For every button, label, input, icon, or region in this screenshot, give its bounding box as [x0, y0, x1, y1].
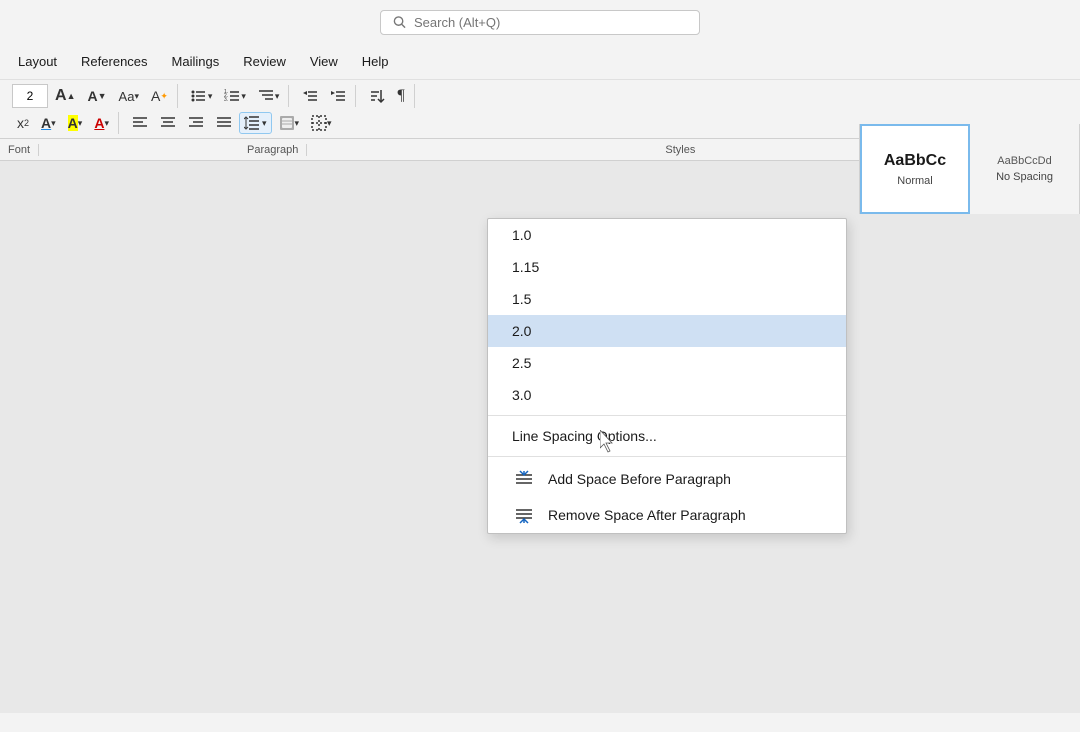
no-spacing-style-button[interactable]: AaBbCcDd No Spacing	[970, 124, 1080, 214]
decrease-indent-icon	[302, 88, 318, 104]
spacing-1-0-value: 1.0	[512, 227, 531, 243]
remove-space-after-label: Remove Space After Paragraph	[548, 507, 746, 523]
clear-formatting-button[interactable]: A ✦	[146, 85, 173, 107]
styles-area: AaBbCc Normal AaBbCcDd No Spacing	[859, 124, 1080, 214]
indent-group	[293, 85, 356, 107]
line-spacing-button[interactable]: ▾	[239, 112, 272, 134]
menu-help[interactable]: Help	[352, 50, 399, 73]
svg-text:3.: 3.	[224, 97, 228, 103]
show-formatting-button[interactable]: ¶	[392, 84, 409, 108]
text-color-button[interactable]: A ▾	[89, 112, 114, 134]
font-section-label: Font	[8, 144, 39, 156]
remove-space-after-item[interactable]: Remove Space After Paragraph	[488, 497, 846, 533]
styles-section-label: Styles	[657, 144, 703, 156]
font-size-group: A ▲ A ▼ Aa ▾ A ✦	[8, 84, 178, 108]
dropdown-divider	[488, 415, 846, 416]
search-icon	[393, 15, 406, 29]
increase-indent-icon	[330, 88, 346, 104]
justify-button[interactable]	[211, 112, 237, 134]
spacing-1-5-value: 1.5	[512, 291, 531, 307]
list-group: ▾ 1. 2. 3. ▾ ▾	[182, 85, 290, 107]
title-bar	[0, 0, 1080, 44]
normal-style-preview: AaBbCc	[884, 151, 946, 170]
spacing-1-15-item[interactable]: 1.15	[488, 251, 846, 283]
decrease-indent-button[interactable]	[297, 85, 323, 107]
remove-space-after-icon	[512, 505, 536, 525]
superscript-button[interactable]: x 2	[12, 112, 34, 134]
normal-style-button[interactable]: AaBbCc Normal	[860, 124, 970, 214]
increase-indent-button[interactable]	[325, 85, 351, 107]
menu-layout[interactable]: Layout	[8, 50, 67, 73]
spacing-3-0-item[interactable]: 3.0	[488, 379, 846, 411]
align-center-button[interactable]	[155, 112, 181, 134]
menu-view[interactable]: View	[300, 50, 348, 73]
menu-review[interactable]: Review	[233, 50, 296, 73]
menu-references[interactable]: References	[71, 50, 157, 73]
search-box[interactable]	[380, 10, 700, 35]
grow-font-button[interactable]: A ▲	[50, 84, 80, 108]
change-case-button[interactable]: Aa ▾	[114, 86, 144, 107]
normal-style-label: Normal	[897, 175, 932, 187]
alignment-group: ▾ ▾ ▾	[123, 112, 341, 134]
spacing-1-0-item[interactable]: 1.0	[488, 219, 846, 251]
sort-icon	[369, 88, 385, 104]
multilevel-icon	[258, 88, 274, 104]
line-spacing-options-label: Line Spacing Options...	[512, 428, 657, 444]
align-left-button[interactable]	[127, 112, 153, 134]
spacing-2-0-item[interactable]: 2.0	[488, 315, 846, 347]
highlight-button[interactable]: A ▾	[63, 112, 88, 134]
bullets-icon	[191, 88, 207, 104]
shrink-font-button[interactable]: A ▼	[82, 85, 111, 107]
add-space-before-item[interactable]: Add Space Before Paragraph	[488, 461, 846, 497]
bullets-button[interactable]: ▾	[186, 85, 218, 107]
search-input[interactable]	[414, 15, 687, 30]
justify-icon	[216, 115, 232, 131]
no-spacing-style-preview: AaBbCcDd	[997, 155, 1051, 167]
spacing-1-15-value: 1.15	[512, 259, 539, 275]
numbering-button[interactable]: 1. 2. 3. ▾	[219, 85, 251, 107]
dropdown-divider-2	[488, 456, 846, 457]
para-section-label: Paragraph	[239, 144, 307, 156]
align-right-icon	[188, 115, 204, 131]
line-spacing-icon	[244, 115, 260, 131]
font-size-input[interactable]	[12, 84, 48, 108]
sort-button[interactable]	[364, 85, 390, 107]
align-right-button[interactable]	[183, 112, 209, 134]
text-format-group: x 2 A ▾ A ▾ A ▾	[8, 112, 119, 134]
align-center-icon	[160, 115, 176, 131]
spacing-2-5-value: 2.5	[512, 355, 531, 371]
spacing-3-0-value: 3.0	[512, 387, 531, 403]
numbering-icon: 1. 2. 3.	[224, 88, 240, 104]
menu-bar: Layout References Mailings Review View H…	[0, 44, 1080, 80]
borders-button[interactable]: ▾	[306, 112, 337, 134]
add-space-before-label: Add Space Before Paragraph	[548, 471, 731, 487]
shading-icon	[279, 115, 295, 131]
spacing-2-5-item[interactable]: 2.5	[488, 347, 846, 379]
ribbon: A ▲ A ▼ Aa ▾ A ✦	[0, 80, 1080, 139]
line-spacing-dropdown: 1.0 1.15 1.5 2.0 2.5 3.0 Line Spacing Op…	[487, 218, 847, 534]
multilevel-list-button[interactable]: ▾	[253, 85, 285, 107]
font-color-button[interactable]: A ▾	[36, 112, 61, 134]
sort-group: ¶	[360, 84, 414, 108]
line-spacing-options-item[interactable]: Line Spacing Options...	[488, 420, 846, 452]
shading-button[interactable]: ▾	[274, 112, 305, 134]
spacing-2-0-value: 2.0	[512, 323, 531, 339]
spacing-1-5-item[interactable]: 1.5	[488, 283, 846, 315]
ribbon-row-1: A ▲ A ▼ Aa ▾ A ✦	[8, 84, 1072, 112]
no-spacing-style-label: No Spacing	[996, 171, 1053, 183]
align-left-icon	[132, 115, 148, 131]
borders-icon	[311, 115, 327, 131]
add-space-before-icon	[512, 469, 536, 489]
menu-mailings[interactable]: Mailings	[162, 50, 230, 73]
